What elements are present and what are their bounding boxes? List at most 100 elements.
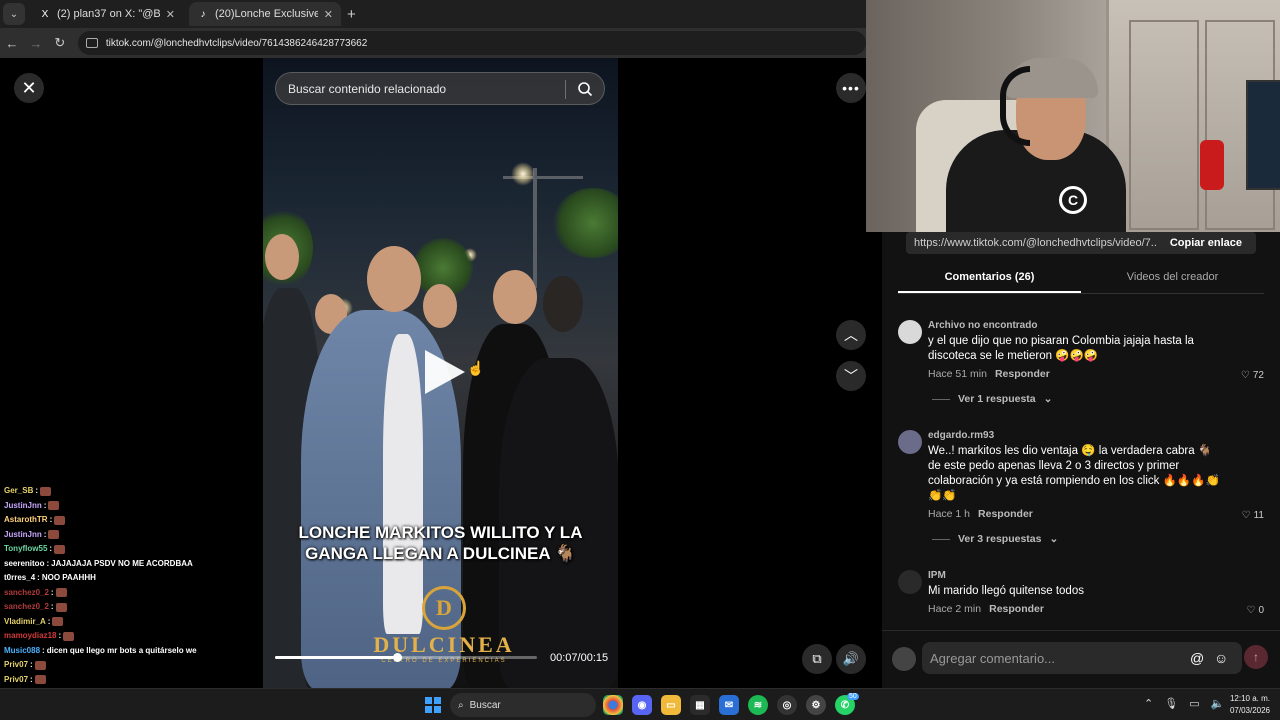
avatar [892,647,916,671]
forward-arrow-icon[interactable]: → [24,36,48,51]
chat-emote-icon [40,486,52,496]
windows-taskbar: ⌕ Buscar ◉ ▭ ▦ ✉ ≋ ◎ ⚙ ✆ 50 ⌃ 🎙 ▭ 🔈 12:1… [0,688,1280,720]
view-replies-button[interactable]: Ver 3 respuestas ⌄ [932,533,1058,545]
comment-input[interactable]: Agregar comentario... @ ☺ [922,642,1242,674]
tab-title: (20)Lonche Exclusive (@lonche [215,8,318,20]
chat-username[interactable]: sanchez0_2 [4,586,49,601]
chrome-icon[interactable] [603,695,623,715]
chat-username[interactable]: AstarothTR [4,513,48,528]
avatar[interactable] [898,430,922,454]
reload-icon[interactable]: ↻ [48,35,72,51]
search-icon[interactable] [577,81,593,97]
chat-username[interactable]: Priv07 [4,673,28,688]
discord-icon[interactable]: ◉ [632,695,652,715]
volume-icon[interactable]: 🔊 [836,644,866,674]
chat-username[interactable]: Priv07 [4,658,28,673]
windows-start-icon[interactable] [425,697,441,713]
site-info-icon[interactable] [85,38,98,48]
chat-username[interactable]: t0rres_4 [4,571,35,586]
chat-username[interactable]: Vladimir_A [4,615,46,630]
chat-username[interactable]: seerenitoo [4,557,44,572]
like-button[interactable]: ♡ 0 [1246,605,1264,616]
taskbar-clock[interactable]: 12:10 a. m. 07/03/2026 [1224,693,1270,717]
store-icon[interactable]: ▦ [690,695,710,715]
previous-video-button[interactable]: ︿ [836,320,866,350]
related-search-input[interactable]: Buscar contenido relacionado [275,72,605,105]
chat-separator: : [58,631,62,640]
system-tray: ⌃ 🎙 ▭ 🔈 [1144,697,1224,710]
chat-username[interactable]: Music088 [4,644,40,659]
url-input[interactable]: tiktok.com/@lonchedhvtclips/video/761438… [77,31,866,55]
reply-button[interactable]: Responder [978,508,1033,520]
logo-seal: D [422,586,466,630]
emoji-icon[interactable]: ☺ [1214,650,1228,666]
obs-icon[interactable]: ◎ [777,695,797,715]
avatar[interactable] [898,570,922,594]
tab-title: (2) plan37 on X: "@BadEndingT [57,8,160,20]
avatar[interactable] [898,320,922,344]
tab-tiktok[interactable]: ♪ (20)Lonche Exclusive (@lonche ✕ [189,2,341,26]
chat-username[interactable]: sanchez0_2 [4,600,49,615]
chevron-down-icon: ⌄ [1049,533,1059,545]
like-button[interactable]: ♡ 11 [1242,510,1264,521]
copy-link-button[interactable]: Copiar enlace [1156,237,1256,249]
send-arrow-icon[interactable]: ↑ [1244,645,1268,669]
chat-separator: : [42,645,45,655]
chat-username[interactable]: JustinJnn [4,528,42,543]
steam-icon[interactable]: ⚙ [806,695,826,715]
tab-creator-videos[interactable]: Videos del creador [1081,268,1264,293]
more-options-button[interactable]: ••• [836,73,866,103]
chat-username[interactable]: Tonyflow55 [4,542,47,557]
network-icon[interactable]: ▭ [1189,697,1199,710]
chat-username[interactable]: mamoydiaz18 [4,629,56,644]
chat-message: Tonyflow55 : [0,542,262,557]
spotify-icon[interactable]: ≋ [748,695,768,715]
play-icon[interactable] [425,350,465,394]
microphone-icon[interactable]: 🎙 [1164,697,1178,710]
video-player[interactable]: Buscar contenido relacionado ☝ LONCHE MA… [263,58,618,688]
comment-time: Hace 51 min [928,368,987,380]
share-url: https://www.tiktok.com/@lonchedhvtclips/… [914,237,1156,249]
chat-emote-icon [63,631,75,641]
chevron-up-icon[interactable]: ⌃ [1144,697,1153,710]
street-light [511,162,535,186]
file-explorer-icon[interactable]: ▭ [661,695,681,715]
close-tab-icon[interactable]: ✕ [324,8,333,21]
comments-panel: https://www.tiktok.com/@lonchedhvtclips/… [882,232,1280,688]
next-video-button[interactable]: ﹀ [836,361,866,391]
taskbar-search[interactable]: ⌕ Buscar [450,693,596,717]
dulcinea-logo: D DULCINEA CENTRO DE EXPERIENCIAS [369,586,519,666]
back-arrow-icon[interactable]: ← [0,36,24,51]
chat-emote-icon [34,675,46,685]
address-bar-row: ← → ↻ tiktok.com/@lonchedhvtclips/video/… [0,28,866,58]
tab-x[interactable]: X (2) plan37 on X: "@BadEndingT ✕ [31,2,183,26]
speaker-icon[interactable]: 🔈 [1211,697,1225,710]
person-head [367,246,421,312]
reply-button[interactable]: Responder [989,603,1044,615]
chat-username[interactable]: JustinJnn [4,499,42,514]
close-viewer-button[interactable]: ✕ [14,73,44,103]
chat-message: seerenitoo : JAJAJAJA PSDV NO ME ACORDBAA [0,557,262,572]
view-replies-button[interactable]: Ver 1 respuesta ⌄ [932,393,1052,405]
close-tab-icon[interactable]: ✕ [166,8,175,21]
person-head [543,276,583,332]
like-button[interactable]: ♡ 72 [1241,370,1264,381]
comment-username[interactable]: Archivo no encontrado [928,320,1037,331]
tab-search-button[interactable]: ⌄ [3,3,25,25]
chat-username[interactable]: Ger_SB [4,484,33,499]
logo-name: DULCINEA [373,632,515,657]
comment-username[interactable]: IPM [928,570,946,581]
mention-icon[interactable]: @ [1190,650,1204,666]
mail-icon[interactable]: ✉ [719,695,739,715]
comment-username[interactable]: edgardo.rm93 [928,430,994,441]
new-tab-button[interactable]: + [347,6,356,23]
picture-in-picture-icon[interactable]: ⧉ [802,644,832,674]
person-head [265,234,299,280]
reply-button[interactable]: Responder [995,368,1050,380]
chat-message: Ger_SB : [0,484,262,499]
tab-comments[interactable]: Comentarios (26) [898,268,1081,293]
chat-emote-icon [34,660,46,670]
comment-time: Hace 2 min [928,603,982,615]
video-progress-bar[interactable] [275,653,537,662]
chat-emote-icon [55,588,67,598]
